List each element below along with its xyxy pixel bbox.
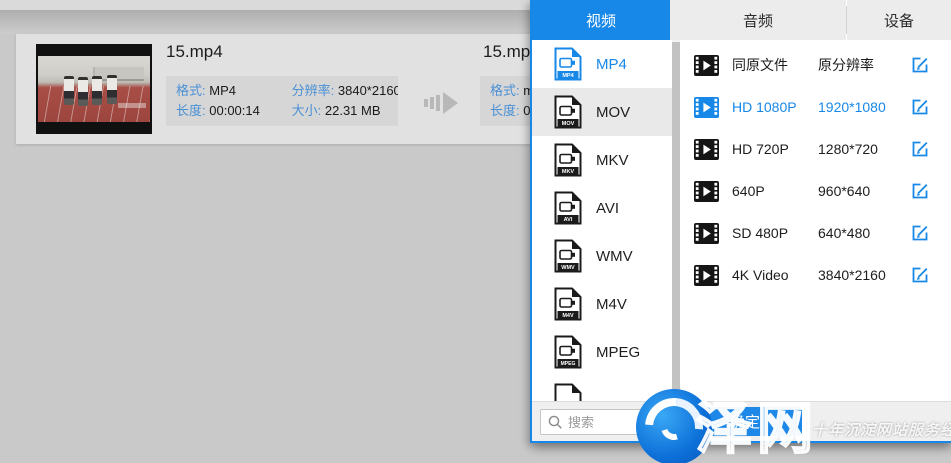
- format-item-avi[interactable]: AVI AVI: [532, 184, 672, 232]
- thumbnail-watermark: [118, 103, 146, 108]
- format-list: MP4 MP4 MOV: [532, 40, 672, 401]
- quality-item-sd480p[interactable]: SD 480P 640*480: [680, 212, 951, 254]
- resolution-value: 3840*2160: [338, 83, 398, 98]
- avi-file-icon: AVI: [554, 191, 582, 225]
- thumbnail-figure: [107, 75, 117, 104]
- convert-arrow-icon: [424, 90, 458, 116]
- quality-resolution: 1280*720: [818, 141, 908, 157]
- format-item-label: MPEG: [596, 344, 640, 361]
- quality-item-hd1080p[interactable]: HD 1080P 1920*1080: [680, 86, 951, 128]
- format-item-m4v[interactable]: M4V M4V: [532, 280, 672, 328]
- panel-footer: 确定: [532, 401, 951, 441]
- source-file-title: 15.mp4: [166, 42, 223, 62]
- size-value: 22.31 MB: [325, 103, 381, 118]
- mp4-file-icon: MP4: [554, 47, 582, 81]
- quality-name: 640P: [732, 183, 818, 199]
- quality-name: HD 1080P: [732, 99, 818, 115]
- format-list-scrollbar[interactable]: [672, 40, 680, 401]
- svg-text:MP4: MP4: [562, 73, 574, 79]
- panel-tabs: 视频 音频 设备: [532, 0, 951, 40]
- scrollbar-thumb[interactable]: [672, 42, 680, 394]
- edit-icon[interactable]: [910, 55, 930, 75]
- svg-text:AVI: AVI: [564, 217, 573, 223]
- format-item-mkv[interactable]: MKV MKV: [532, 136, 672, 184]
- mpeg-file-icon: MPEG: [554, 335, 582, 369]
- confirm-button[interactable]: 确定: [688, 407, 802, 436]
- thumbnail-scene: [38, 56, 150, 122]
- tab-video[interactable]: 视频: [532, 0, 670, 40]
- thumbnail-figure: [78, 77, 88, 106]
- svg-text:MPEG: MPEG: [561, 361, 576, 367]
- mov-file-icon: MOV: [554, 95, 582, 129]
- m4v-file-icon: M4V: [554, 287, 582, 321]
- edit-icon[interactable]: [910, 181, 930, 201]
- video-thumbnail: [36, 44, 152, 134]
- search-input[interactable]: [568, 415, 665, 430]
- quality-item-hd720p[interactable]: HD 720P 1280*720: [680, 128, 951, 170]
- thumbnail-figure: [64, 76, 74, 105]
- edit-icon[interactable]: [910, 265, 930, 285]
- edit-icon[interactable]: [910, 139, 930, 159]
- mkv-file-icon: MKV: [554, 143, 582, 177]
- search-box: [540, 409, 672, 435]
- format-label: 格式:: [490, 83, 520, 98]
- quality-name: 4K Video: [732, 267, 818, 283]
- quality-resolution: 1920*1080: [818, 99, 908, 115]
- format-value: MP4: [209, 83, 236, 98]
- output-format-panel: 视频 音频 设备 MP4: [530, 0, 951, 443]
- thumbnail-figure: [92, 76, 102, 105]
- format-label: 格式:: [176, 83, 206, 98]
- quality-item-source[interactable]: 同原文件 原分辨率: [680, 44, 951, 86]
- svg-text:M4V: M4V: [562, 313, 574, 319]
- app-window: 15.mp4 格式: MP4 分辨率: 3840*2160 长度: 00:00:…: [0, 0, 951, 463]
- tab-device[interactable]: 设备: [847, 0, 951, 40]
- format-item-label: MOV: [596, 104, 630, 121]
- size-label: 大小:: [292, 103, 322, 118]
- format-item-label: MP4: [596, 56, 627, 73]
- format-item-mov[interactable]: MOV MOV: [532, 88, 672, 136]
- format-item-mpeg[interactable]: MPEG MPEG: [532, 328, 672, 376]
- format-item-label: M4V: [596, 296, 627, 313]
- quality-resolution: 3840*2160: [818, 267, 908, 283]
- wmv-file-icon: WMV: [554, 239, 582, 273]
- format-item-label: AVI: [596, 200, 619, 217]
- edit-icon[interactable]: [910, 223, 930, 243]
- format-item-label: WMV: [596, 248, 633, 265]
- quality-name: 同原文件: [732, 55, 818, 75]
- quality-item-640p[interactable]: 640P 960*640: [680, 170, 951, 212]
- quality-item-4k[interactable]: 4K Video 3840*2160: [680, 254, 951, 296]
- format-item-partial[interactable]: [532, 376, 672, 401]
- search-icon: [547, 414, 563, 430]
- film-strip-icon: [694, 265, 719, 286]
- format-item-wmv[interactable]: WMV WMV: [532, 232, 672, 280]
- quality-name: HD 720P: [732, 141, 818, 157]
- svg-text:MKV: MKV: [562, 169, 575, 175]
- tab-audio[interactable]: 音频: [670, 0, 846, 40]
- duration-label: 长度:: [176, 103, 206, 118]
- format-item-mp4[interactable]: MP4 MP4: [532, 40, 672, 88]
- source-info-box: 格式: MP4 分辨率: 3840*2160 长度: 00:00:14 大小: …: [166, 76, 398, 126]
- edit-icon[interactable]: [910, 97, 930, 117]
- quality-resolution: 960*640: [818, 183, 908, 199]
- file-icon: [554, 383, 582, 401]
- quality-name: SD 480P: [732, 225, 818, 241]
- svg-text:MOV: MOV: [562, 121, 575, 127]
- film-strip-icon: [694, 55, 719, 76]
- quality-resolution: 640*480: [818, 225, 908, 241]
- film-strip-icon: [694, 181, 719, 202]
- format-item-label: MKV: [596, 152, 629, 169]
- resolution-label: 分辨率:: [292, 83, 335, 98]
- film-strip-icon: [694, 139, 719, 160]
- film-strip-icon: [694, 223, 719, 244]
- svg-text:WMV: WMV: [561, 265, 575, 271]
- film-strip-icon: [694, 97, 719, 118]
- quality-list: 同原文件 原分辨率 HD 1080P 1920*1080: [680, 40, 951, 401]
- duration-label: 长度:: [490, 103, 520, 118]
- quality-resolution: 原分辨率: [818, 55, 908, 75]
- duration-value: 00:00:14: [209, 103, 260, 118]
